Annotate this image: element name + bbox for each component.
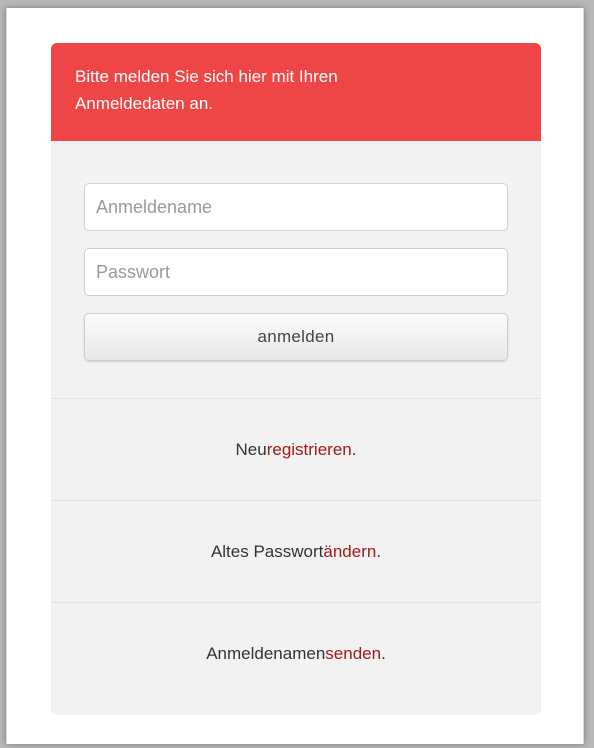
login-header: Bitte melden Sie sich hier mit Ihren Anm… — [51, 43, 541, 141]
login-panel: Bitte melden Sie sich hier mit Ihren Anm… — [51, 43, 541, 715]
window-frame: Bitte melden Sie sich hier mit Ihren Anm… — [6, 8, 584, 744]
change-password-suffix: . — [376, 541, 382, 561]
change-password-link[interactable]: ändern — [323, 542, 376, 562]
register-link[interactable]: registrieren — [267, 440, 352, 460]
register-suffix: . — [351, 439, 357, 459]
send-username-suffix: . — [381, 643, 386, 663]
password-input[interactable] — [84, 248, 508, 296]
change-password-prefix: Altes Passwort — [210, 541, 324, 561]
register-row: Neu registrieren. — [51, 398, 541, 500]
login-form: anmelden — [51, 141, 541, 398]
register-prefix: Neu — [235, 439, 267, 459]
change-password-row: Altes Passwort ändern. — [51, 500, 541, 602]
send-username-prefix: Anmeldenamen — [206, 643, 326, 663]
send-username-link[interactable]: senden — [325, 644, 381, 664]
header-message-line1: Bitte melden Sie sich hier mit Ihren — [75, 67, 338, 86]
send-username-row: Anmeldenamen senden. — [51, 602, 541, 704]
header-message-line2: Anmeldedaten an. — [75, 94, 213, 113]
login-button[interactable]: anmelden — [84, 313, 508, 361]
username-input[interactable] — [84, 183, 508, 231]
